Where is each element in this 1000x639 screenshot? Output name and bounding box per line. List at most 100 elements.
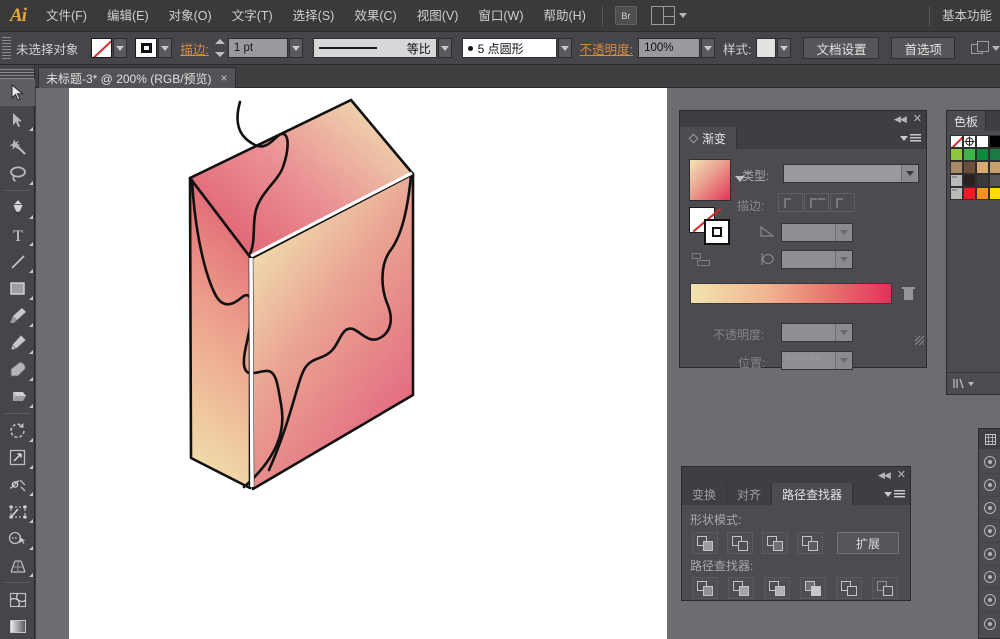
- stepper-down-icon[interactable]: [215, 52, 225, 57]
- swatch-red[interactable]: [963, 187, 976, 200]
- merge-button[interactable]: [764, 577, 790, 599]
- align-objects-icon[interactable]: [971, 41, 988, 56]
- rotate-tool[interactable]: [0, 417, 35, 444]
- swatch-group-folder-2[interactable]: [950, 187, 963, 200]
- menu-item-select[interactable]: 选择(S): [283, 0, 345, 32]
- menu-item-object[interactable]: 对象(O): [159, 0, 222, 32]
- line-segment-tool[interactable]: [0, 248, 35, 275]
- document-tab[interactable]: 未标题-3* @ 200% (RGB/预览) ×: [38, 67, 236, 88]
- tab-gradient[interactable]: 渐变: [680, 127, 737, 149]
- collapse-icon[interactable]: ◀◀: [894, 114, 906, 125]
- swatch-brown-3[interactable]: [976, 161, 989, 174]
- layer-row[interactable]: [979, 497, 1000, 520]
- tool-flyout-icon[interactable]: [29, 515, 33, 523]
- eraser-tool[interactable]: [0, 383, 35, 410]
- swatch-yellow[interactable]: [989, 187, 1000, 200]
- bridge-button[interactable]: Br: [615, 6, 637, 25]
- swatch-brown-4[interactable]: [989, 161, 1000, 174]
- preferences-button[interactable]: 首选项: [891, 37, 955, 59]
- stroke-weight-label[interactable]: 描边:: [180, 39, 208, 58]
- pencil-tool[interactable]: [0, 329, 35, 356]
- intersect-button[interactable]: [762, 532, 788, 554]
- gradient-slider-bar[interactable]: [690, 283, 892, 304]
- align-chevron-down-icon[interactable]: [992, 46, 1000, 51]
- eye-icon[interactable]: [984, 618, 996, 630]
- swatch-group-folder-1[interactable]: [950, 174, 963, 187]
- divide-button[interactable]: [692, 577, 718, 599]
- eye-icon[interactable]: [984, 594, 996, 606]
- direct-selection-tool[interactable]: [0, 106, 35, 133]
- graphic-style-swatch[interactable]: [756, 38, 776, 58]
- minus-back-button[interactable]: [872, 577, 898, 599]
- layer-row[interactable]: [979, 612, 1000, 635]
- free-transform-tool[interactable]: [0, 498, 35, 525]
- gradient-panel-menu-button[interactable]: [900, 127, 926, 149]
- tool-flyout-icon[interactable]: [29, 265, 33, 273]
- menu-item-view[interactable]: 视图(V): [407, 0, 469, 32]
- swatch-green-4[interactable]: [989, 148, 1000, 161]
- tool-flyout-icon[interactable]: [29, 434, 33, 442]
- tool-flyout-icon[interactable]: [29, 542, 33, 550]
- mesh-tool[interactable]: [0, 586, 35, 613]
- tool-flyout-icon[interactable]: [29, 292, 33, 300]
- scale-tool[interactable]: [0, 444, 35, 471]
- workspace-switcher[interactable]: 基本功能: [929, 6, 1000, 26]
- gradient-angle-input[interactable]: [781, 223, 853, 242]
- width-profile-dropdown[interactable]: [438, 38, 452, 58]
- exclude-button[interactable]: [797, 532, 823, 554]
- stroke-weight-stepper[interactable]: [214, 38, 227, 58]
- pathfinder-panel[interactable]: ◀◀ ✕ 变换 对齐 路径查找器 形状模式: 扩展 路径查找器:: [681, 466, 911, 601]
- rectangle-tool[interactable]: [0, 275, 35, 302]
- magic-wand-tool[interactable]: [0, 133, 35, 160]
- swatch-green-2[interactable]: [963, 148, 976, 161]
- layer-row[interactable]: [979, 520, 1000, 543]
- type-tool[interactable]: T: [0, 221, 35, 248]
- tool-flyout-icon[interactable]: [29, 569, 33, 577]
- layers-panel-strip[interactable]: [978, 428, 1000, 639]
- swatch-green-1[interactable]: [950, 148, 963, 161]
- gradient-panel-header[interactable]: ◀◀ ✕: [680, 111, 926, 127]
- crop-button[interactable]: [800, 577, 826, 599]
- opacity-label[interactable]: 不透明度:: [580, 39, 633, 58]
- tool-flyout-icon[interactable]: [29, 123, 33, 131]
- tool-flyout-icon[interactable]: [29, 319, 33, 327]
- stroke-indicator[interactable]: [704, 219, 730, 245]
- stroke-gradient-within-button[interactable]: [778, 193, 803, 212]
- pathfinder-panel-header[interactable]: ◀◀ ✕: [682, 467, 910, 483]
- gradient-panel[interactable]: ◀◀ ✕ 渐变: [679, 110, 927, 368]
- close-icon[interactable]: ×: [221, 72, 228, 84]
- opacity-input[interactable]: 100%: [638, 38, 700, 58]
- swatch-orange[interactable]: [976, 187, 989, 200]
- layer-row[interactable]: [979, 566, 1000, 589]
- minus-front-button[interactable]: [727, 532, 753, 554]
- gradient-tool[interactable]: [0, 613, 35, 639]
- gradient-cube-artwork[interactable]: [69, 88, 667, 639]
- tool-flyout-icon[interactable]: [29, 346, 33, 354]
- layer-row[interactable]: [979, 543, 1000, 566]
- swatch-green-3[interactable]: [976, 148, 989, 161]
- tab-swatches[interactable]: 色板: [947, 111, 986, 131]
- fill-color-swatch[interactable]: [91, 38, 113, 58]
- eye-icon[interactable]: [984, 502, 996, 514]
- artboard[interactable]: [69, 88, 667, 639]
- panel-resize-grip[interactable]: [915, 336, 924, 345]
- blob-brush-tool[interactable]: [0, 356, 35, 383]
- brush-definition-select[interactable]: 5 点圆形: [462, 38, 557, 58]
- swatch-white[interactable]: [976, 135, 989, 148]
- layers-list[interactable]: [979, 449, 1000, 635]
- menu-item-type[interactable]: 文字(T): [222, 0, 283, 32]
- swatches-grid[interactable]: [947, 131, 1000, 200]
- lasso-tool[interactable]: [0, 160, 35, 187]
- pen-tool[interactable]: [0, 194, 35, 221]
- swatches-panel[interactable]: 色板: [946, 110, 1000, 395]
- tools-panel-grip[interactable]: [0, 67, 34, 79]
- eye-icon[interactable]: [984, 456, 996, 468]
- arrange-chevron-down-icon[interactable]: [679, 13, 687, 18]
- swatch-black[interactable]: [989, 135, 1000, 148]
- swatch-color-grid[interactable]: [950, 135, 1000, 200]
- tab-transform[interactable]: 变换: [682, 483, 727, 505]
- menu-item-effect[interactable]: 效果(C): [344, 0, 406, 32]
- width-tool[interactable]: [0, 471, 35, 498]
- reverse-gradient-icon[interactable]: [692, 253, 712, 267]
- menu-item-file[interactable]: 文件(F): [36, 0, 97, 32]
